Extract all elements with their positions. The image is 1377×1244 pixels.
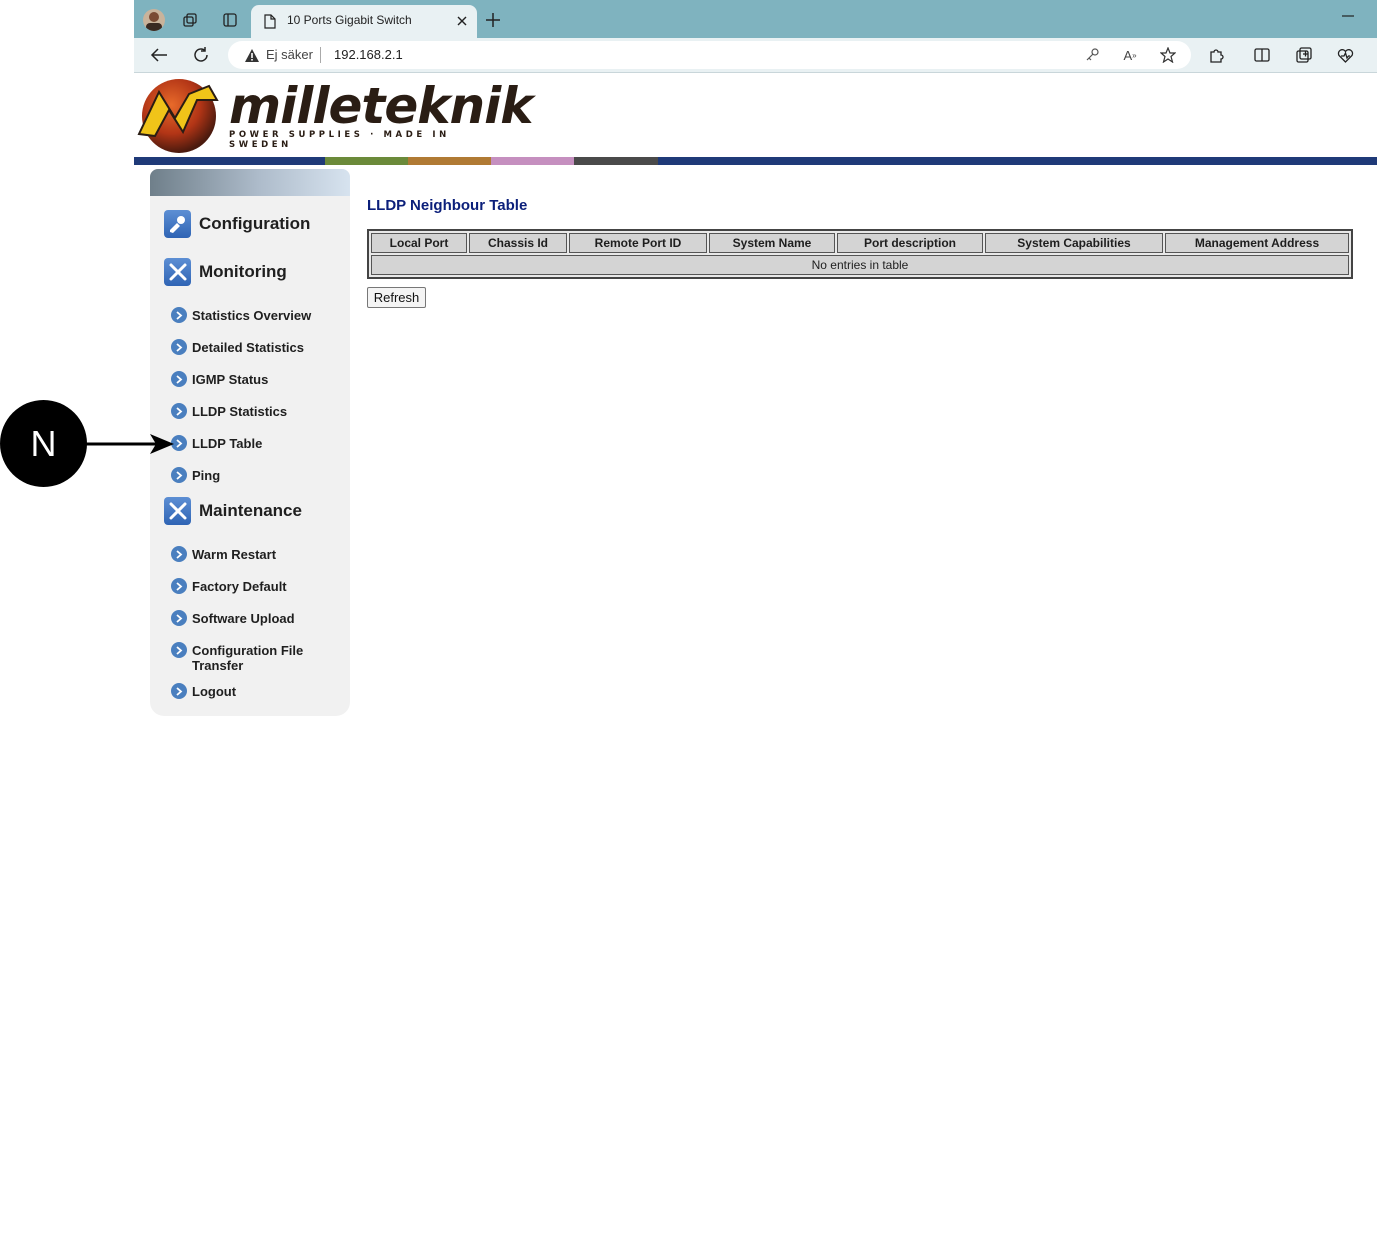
sidebar-item-configuration-file-transfer[interactable]: Configuration File Transfer <box>171 642 310 673</box>
tab-bar: 10 Ports Gigabit Switch <box>134 0 1377 38</box>
header-stripe-pink <box>491 157 574 165</box>
sidebar: Configuration Monitoring Statistics Over… <box>150 169 350 716</box>
address-separator <box>320 47 321 63</box>
new-tab-icon[interactable] <box>484 11 502 29</box>
sidebar-item-statistics-overview[interactable]: Statistics Overview <box>171 307 312 323</box>
chevron-right-icon <box>171 610 187 626</box>
table-row: No entries in table <box>371 255 1349 275</box>
extensions-icon[interactable] <box>1207 46 1225 64</box>
column-header: System Name <box>709 233 835 253</box>
chevron-right-icon <box>171 642 187 658</box>
configuration-icon <box>164 210 191 238</box>
column-header: Management Address <box>1165 233 1349 253</box>
sidebar-item-label: Statistics Overview <box>192 308 312 323</box>
sidebar-item-lldp-statistics[interactable]: LLDP Statistics <box>171 403 288 419</box>
table-header-row: Local Port Chassis Id Remote Port ID Sys… <box>371 233 1349 253</box>
tab-actions-icon[interactable] <box>221 11 239 29</box>
header-stripe-green <box>325 157 408 165</box>
collections-toolbar-icon[interactable] <box>1295 46 1313 64</box>
browser-essentials-icon[interactable] <box>1336 46 1354 64</box>
column-header: Chassis Id <box>469 233 567 253</box>
warning-icon[interactable] <box>244 47 260 63</box>
callout-arrow-icon <box>86 434 174 454</box>
browser-tab[interactable]: 10 Ports Gigabit Switch <box>251 5 477 38</box>
sidebar-item-ping[interactable]: Ping <box>171 467 221 483</box>
sidebar-item-label: Warm Restart <box>192 547 277 562</box>
empty-table-message: No entries in table <box>371 255 1349 275</box>
column-header: Local Port <box>371 233 467 253</box>
sidebar-section-label: Monitoring <box>199 262 287 281</box>
sidebar-item-software-upload[interactable]: Software Upload <box>171 610 295 626</box>
address-bar[interactable]: Ej säker 192.168.2.1 A» <box>228 41 1191 69</box>
chevron-right-icon <box>171 403 187 419</box>
tools-icon <box>164 497 191 525</box>
security-warning-text[interactable]: Ej säker <box>266 47 313 62</box>
sidebar-section-monitoring[interactable]: Monitoring <box>164 255 287 289</box>
favorite-star-icon[interactable] <box>1159 46 1177 64</box>
sidebar-section-configuration[interactable]: Configuration <box>164 207 310 241</box>
sidebar-section-maintenance[interactable]: Maintenance <box>164 494 302 528</box>
header-stripe-orange <box>408 157 491 165</box>
logo-emblem-icon <box>137 79 219 153</box>
sidebar-item-label: Factory Default <box>192 579 287 594</box>
collections-icon[interactable] <box>181 11 199 29</box>
back-icon[interactable] <box>149 45 169 65</box>
sidebar-item-label: Software Upload <box>192 611 295 626</box>
callout-marker: N <box>0 400 87 487</box>
sidebar-section-label: Maintenance <box>199 501 302 520</box>
close-tab-icon[interactable] <box>455 14 469 28</box>
browser-toolbar: Ej säker 192.168.2.1 A» <box>134 38 1377 73</box>
minimize-icon[interactable] <box>1340 8 1356 24</box>
logo-wordmark: milleteknik <box>229 77 533 135</box>
lldp-neighbour-table: Local Port Chassis Id Remote Port ID Sys… <box>367 229 1353 279</box>
sidebar-item-detailed-statistics[interactable]: Detailed Statistics <box>171 339 304 355</box>
callout-letter: N <box>30 422 57 464</box>
sidebar-item-label: Logout <box>192 684 237 699</box>
chevron-right-icon <box>171 371 187 387</box>
sidebar-item-label: Detailed Statistics <box>192 340 304 355</box>
sidebar-item-label: Ping <box>192 468 221 483</box>
page-icon <box>263 13 277 29</box>
milleteknik-logo: milleteknik POWER SUPPLIES · MADE IN SWE… <box>137 76 533 156</box>
chevron-right-icon <box>171 467 187 483</box>
sidebar-item-label: Configuration File Transfer <box>192 643 304 673</box>
tools-icon <box>164 258 191 286</box>
sidebar-item-logout[interactable]: Logout <box>171 683 237 699</box>
sidebar-item-warm-restart[interactable]: Warm Restart <box>171 546 277 562</box>
refresh-icon[interactable] <box>191 45 211 65</box>
header-stripe-navy-right <box>658 157 1377 165</box>
page-title: LLDP Neighbour Table <box>367 197 528 214</box>
sidebar-item-igmp-status[interactable]: IGMP Status <box>171 371 269 387</box>
header-stripe-gray <box>574 157 658 165</box>
column-header: Port description <box>837 233 983 253</box>
tab-title: 10 Ports Gigabit Switch <box>287 13 412 27</box>
header-stripe-navy <box>134 157 325 165</box>
browser-chrome: 10 Ports Gigabit Switch Ej säker 192.168… <box>134 0 1377 73</box>
sidebar-item-label: LLDP Table <box>192 436 263 451</box>
url-text[interactable]: 192.168.2.1 <box>334 47 403 62</box>
key-icon[interactable] <box>1084 47 1100 63</box>
sidebar-header-bar <box>150 169 350 196</box>
sidebar-item-lldp-table[interactable]: LLDP Table <box>171 435 263 451</box>
sidebar-item-factory-default[interactable]: Factory Default <box>171 578 287 594</box>
logo-tagline: POWER SUPPLIES · MADE IN SWEDEN <box>229 130 450 150</box>
sidebar-section-label: Configuration <box>199 214 311 233</box>
refresh-button[interactable]: Refresh <box>367 287 426 308</box>
sidebar-item-label: LLDP Statistics <box>192 404 288 419</box>
column-header: System Capabilities <box>985 233 1163 253</box>
column-header: Remote Port ID <box>569 233 707 253</box>
split-screen-icon[interactable] <box>1253 46 1271 64</box>
chevron-right-icon <box>171 578 187 594</box>
chevron-right-icon <box>171 683 187 699</box>
chevron-right-icon <box>171 546 187 562</box>
sidebar-item-label: IGMP Status <box>192 372 269 387</box>
chevron-right-icon <box>171 307 187 323</box>
profile-avatar-icon[interactable] <box>143 9 165 31</box>
chevron-right-icon <box>171 339 187 355</box>
read-aloud-icon[interactable]: A» <box>1121 46 1139 64</box>
